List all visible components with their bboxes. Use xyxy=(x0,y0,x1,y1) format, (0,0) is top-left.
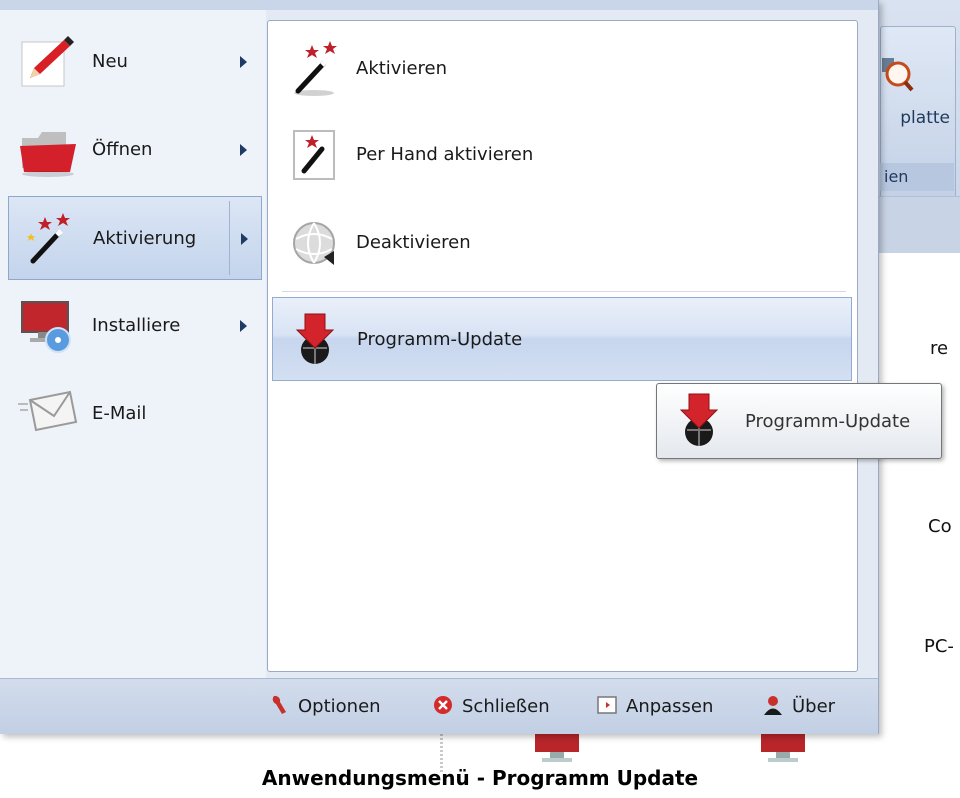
magic-wand-icon xyxy=(294,41,337,96)
application-menu: Neu Öffnen Aktivierung Installiere E-Mai… xyxy=(0,0,879,734)
submenu-item-label: Aktivieren xyxy=(356,58,448,79)
envelope-icon xyxy=(18,390,78,432)
close-button[interactable]: Schließen xyxy=(432,679,550,734)
globe-icon xyxy=(293,222,335,265)
split-divider xyxy=(229,201,230,275)
main-menu-list: Neu Öffnen Aktivierung Installiere E-Mai… xyxy=(0,10,266,678)
submenu-separator xyxy=(282,291,846,292)
submenu-item-programm-update[interactable]: Programm-Update xyxy=(272,297,852,381)
figure-caption: Anwendungsmenü - Programm Update xyxy=(261,766,699,790)
submenu-item-per-hand-aktivieren[interactable]: Per Hand aktivieren xyxy=(272,113,852,197)
wrench-icon xyxy=(272,695,286,714)
menu-item-label: Öffnen xyxy=(92,139,153,160)
install-monitor-icon xyxy=(21,301,71,353)
customize-button[interactable]: Anpassen xyxy=(596,679,713,734)
background-text: Co xyxy=(928,516,952,537)
ribbon-group-caption: ien xyxy=(880,163,954,191)
manual-wand-icon xyxy=(293,130,335,180)
background-text: re xyxy=(930,338,949,359)
options-label: Optionen xyxy=(298,696,381,717)
customize-icon xyxy=(597,696,617,714)
folder-icon xyxy=(20,132,76,177)
menu-item-label: Aktivierung xyxy=(93,228,197,249)
computer-icon xyxy=(761,734,805,762)
menu-item-installiere[interactable]: Installiere xyxy=(8,284,262,368)
submenu-item-label: Deaktivieren xyxy=(356,232,471,253)
menu-item-neu[interactable]: Neu xyxy=(8,20,262,104)
submenu-arrow-icon xyxy=(240,320,247,332)
close-label: Schließen xyxy=(462,696,550,717)
submenu-item-label: Programm-Update xyxy=(357,329,523,350)
update-arrow-icon xyxy=(295,313,335,364)
menu-top-bar xyxy=(0,0,878,10)
menu-bottom-bar: Optionen Schließen Anpassen Über xyxy=(0,678,878,734)
submenu-pane: Aktivieren Per Hand aktivieren Deaktivie… xyxy=(267,20,858,672)
menu-item-label: Installiere xyxy=(92,315,181,336)
submenu-arrow-icon xyxy=(241,233,248,245)
submenu-arrow-icon xyxy=(240,144,247,156)
options-button[interactable]: Optionen xyxy=(268,679,381,734)
about-button[interactable]: Über xyxy=(762,679,835,734)
background-text: PC- xyxy=(924,636,954,657)
user-icon xyxy=(764,696,782,715)
magic-wand-icon xyxy=(27,213,70,264)
pencil-icon xyxy=(21,36,74,87)
tooltip-text: Programm-Update xyxy=(745,411,911,432)
ribbon-button-label[interactable]: platte xyxy=(880,108,950,128)
customize-label: Anpassen xyxy=(626,696,714,717)
menu-item-email[interactable]: E-Mail xyxy=(8,372,262,456)
submenu-arrow-icon xyxy=(240,56,247,68)
computer-icon xyxy=(535,734,579,762)
close-icon xyxy=(434,696,452,714)
menu-item-label: Neu xyxy=(92,51,128,72)
menu-item-oeffnen[interactable]: Öffnen xyxy=(8,108,262,192)
update-arrow-icon xyxy=(679,393,719,446)
tooltip: Programm-Update xyxy=(656,383,942,459)
submenu-item-deaktivieren[interactable]: Deaktivieren xyxy=(272,201,852,285)
submenu-item-label: Per Hand aktivieren xyxy=(356,144,534,165)
about-label: Über xyxy=(792,696,836,717)
menu-item-aktivierung[interactable]: Aktivierung xyxy=(8,196,262,280)
menu-item-label: E-Mail xyxy=(92,403,147,424)
magnifier-icon xyxy=(882,58,914,92)
submenu-item-aktivieren[interactable]: Aktivieren xyxy=(272,27,852,111)
